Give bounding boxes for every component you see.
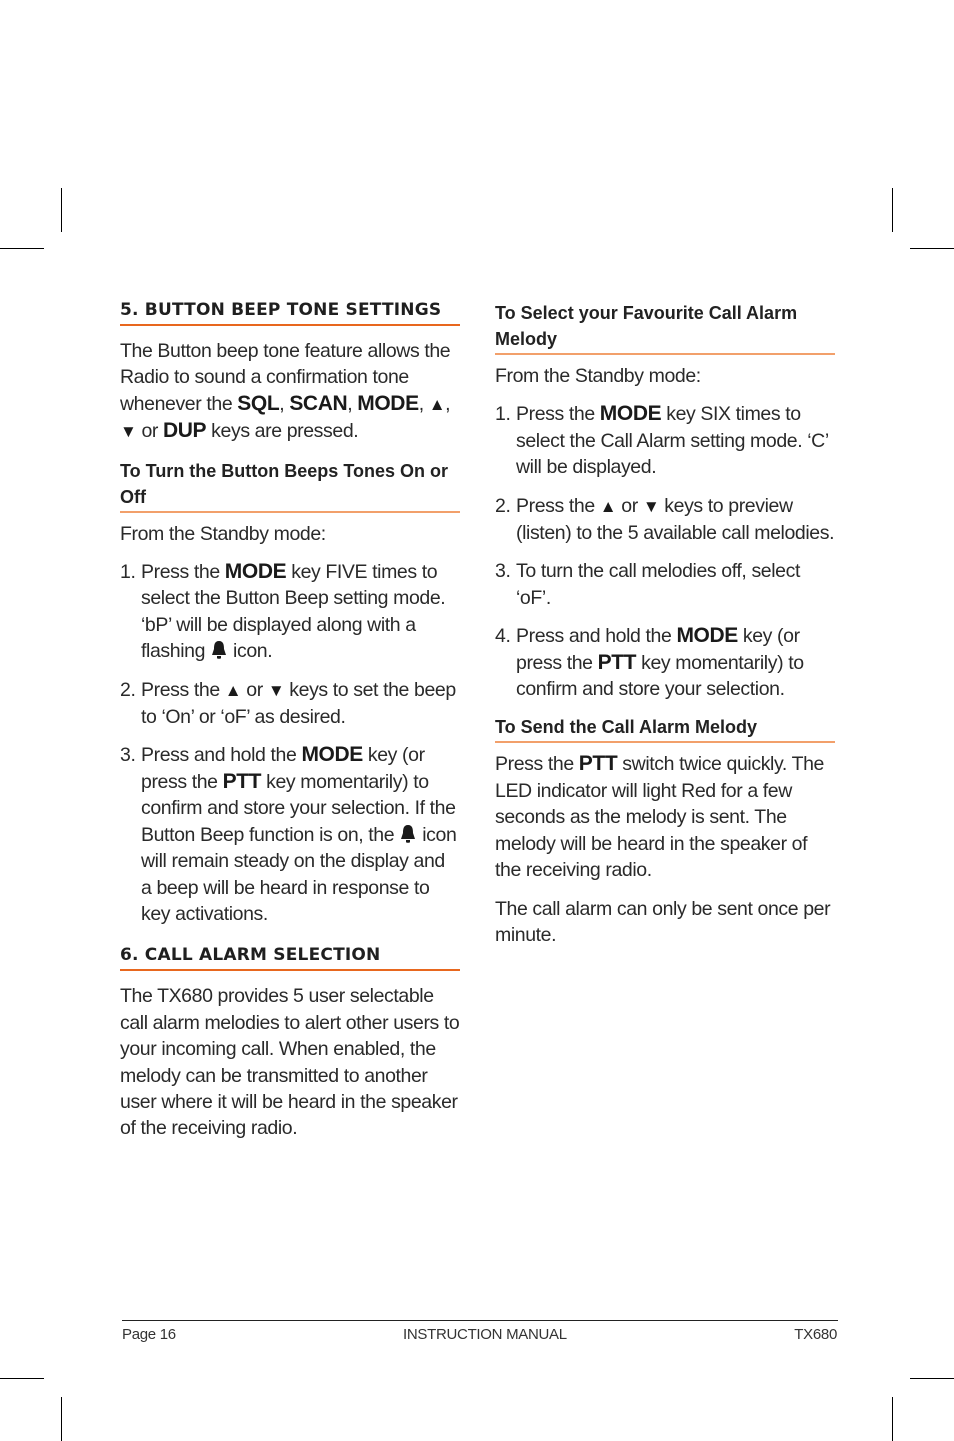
section5-intro: The Button beep tone feature allows the … xyxy=(120,340,451,443)
section6-intro: The TX680 provides 5 user selectable cal… xyxy=(120,985,460,1140)
up-arrow-icon: ▲ xyxy=(428,394,446,414)
bell-icon xyxy=(401,824,416,843)
crop-mark xyxy=(892,1397,893,1441)
subheading-turn-beeps: To Turn the Button Beeps Tones On or Off xyxy=(120,458,460,513)
down-arrow-icon: ▼ xyxy=(642,496,660,516)
melody-steps-list: 1. Press the MODE key SIX times to select… xyxy=(495,401,835,702)
list-item: 4. Press and hold the MODE key (or press … xyxy=(495,624,804,701)
crop-mark xyxy=(892,188,893,232)
crop-mark xyxy=(910,248,954,249)
right-column: To Select your Favourite Call Alarm Melo… xyxy=(495,300,835,960)
standby-text: From the Standby mode: xyxy=(120,522,326,545)
list-item: 2. Press the ▲ or ▼ keys to preview (list… xyxy=(495,494,835,545)
bell-icon xyxy=(212,641,227,659)
section-heading-call-alarm: 6. CALL ALARM SELECTION xyxy=(120,945,460,972)
list-item: 3. Press and hold the MODE key (or press … xyxy=(120,743,457,925)
send-instructions: Press the PTT switch twice quickly. The … xyxy=(495,752,824,882)
list-item: 1. Press the MODE key SIX times to select… xyxy=(495,402,829,479)
footer-rule xyxy=(122,1320,838,1321)
subheading-favourite-melody: To Select your Favourite Call Alarm Melo… xyxy=(495,300,835,355)
footer-title: INSTRUCTION MANUAL xyxy=(403,1326,567,1343)
beep-steps-list: 1. Press the MODE key FIVE times to selec… xyxy=(120,559,460,927)
down-arrow-icon: ▼ xyxy=(120,422,137,442)
left-column: 5. BUTTON BEEP TONE SETTINGS The Button … xyxy=(120,300,460,1154)
crop-mark xyxy=(61,188,62,232)
page-number: Page 16 xyxy=(122,1326,176,1343)
footer-model: TX680 xyxy=(794,1326,837,1343)
up-arrow-icon: ▲ xyxy=(224,680,242,700)
crop-mark xyxy=(0,248,44,249)
subheading-send-melody: To Send the Call Alarm Melody xyxy=(495,714,835,744)
standby-text: From the Standby mode: xyxy=(495,365,701,387)
list-item: 1. Press the MODE key FIVE times to selec… xyxy=(120,560,446,663)
send-limit-note: The call alarm can only be sent once per… xyxy=(495,897,831,946)
list-item: 3. To turn the call melodies off, select … xyxy=(495,560,800,609)
list-item: 2. Press the ▲ or ▼ keys to set the beep … xyxy=(120,678,456,729)
section-heading-button-beep: 5. BUTTON BEEP TONE SETTINGS xyxy=(120,300,460,326)
up-arrow-icon: ▲ xyxy=(599,496,617,516)
crop-mark xyxy=(61,1397,62,1441)
crop-mark xyxy=(0,1378,44,1379)
crop-mark xyxy=(910,1378,954,1379)
down-arrow-icon: ▼ xyxy=(267,680,285,700)
